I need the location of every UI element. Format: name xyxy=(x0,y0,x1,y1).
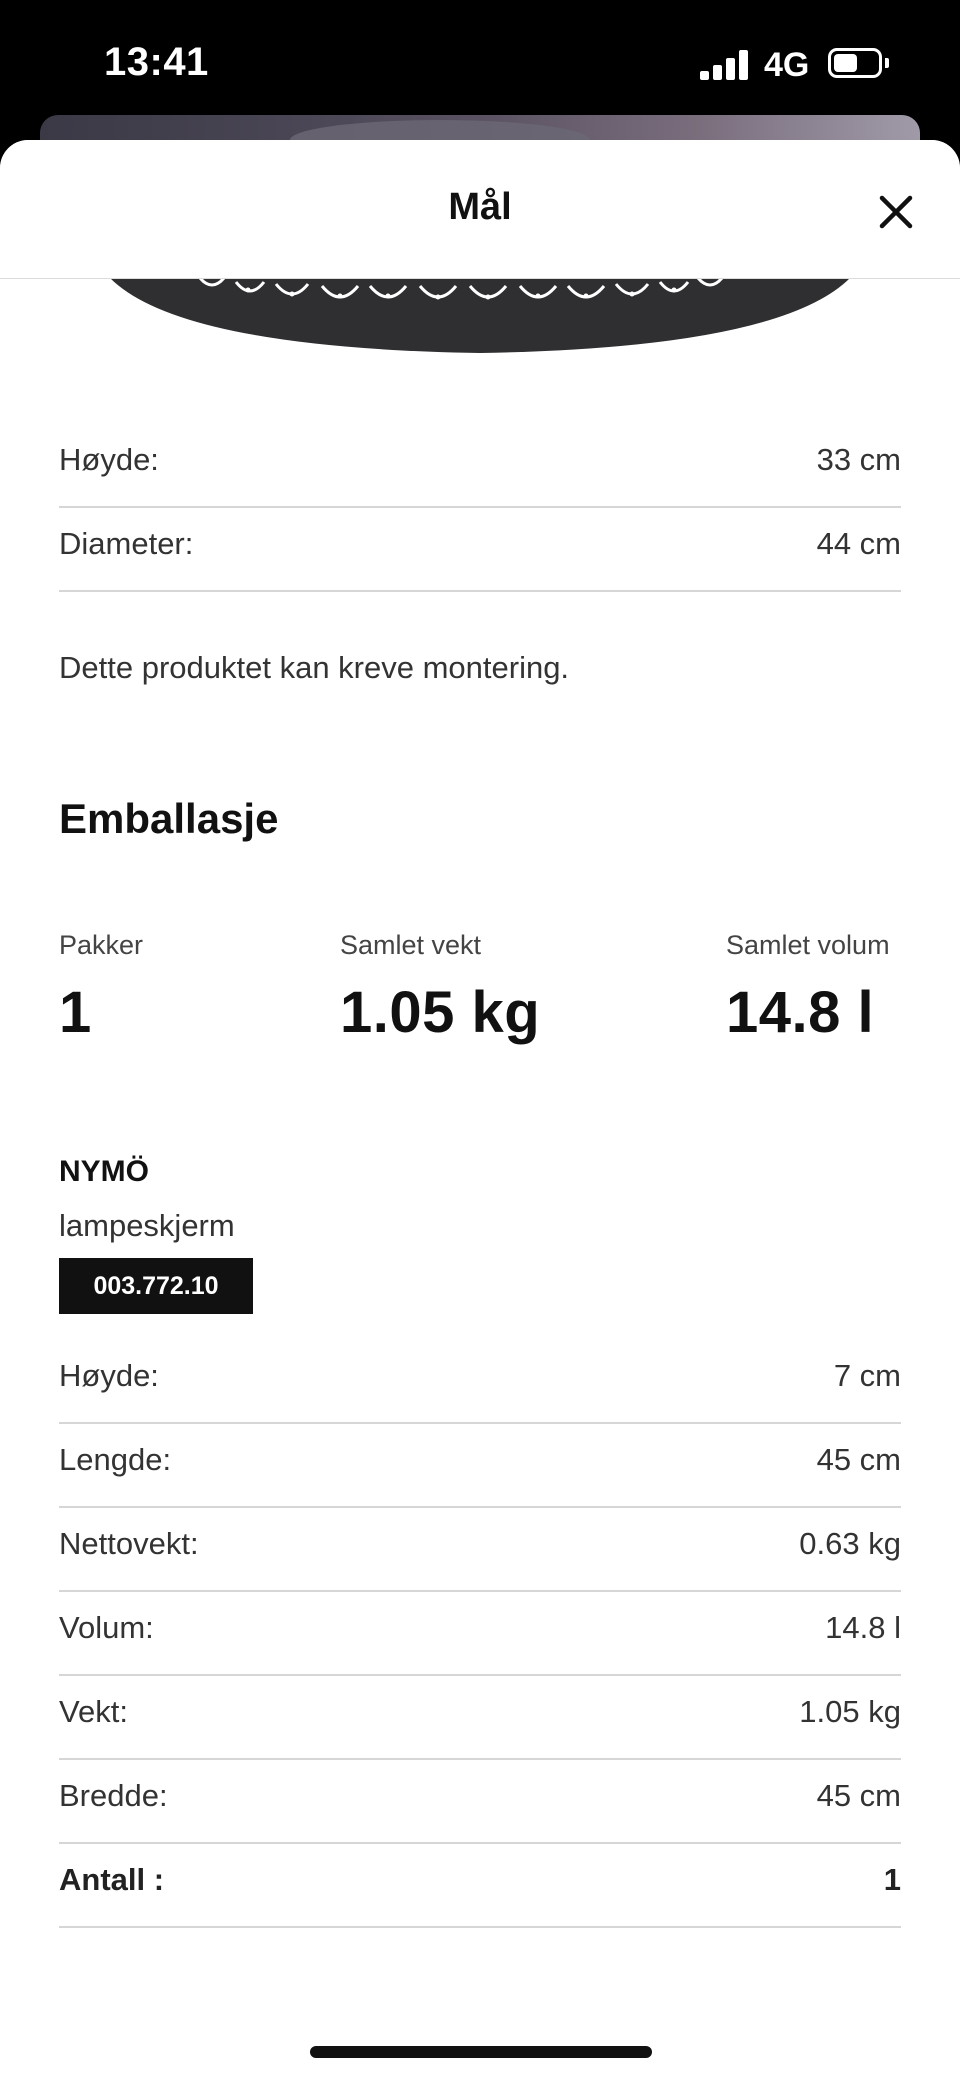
stat-packages: Pakker 1 xyxy=(59,930,143,1046)
detail-row-width: Bredde: 45 cm xyxy=(59,1758,901,1844)
sheet-header: Mål xyxy=(0,140,960,279)
stat-label: Samlet volum xyxy=(726,930,890,960)
row-value: 45 cm xyxy=(816,1778,901,1813)
assembly-note: Dette produktet kan kreve montering. xyxy=(59,650,570,685)
row-label: Nettovekt: xyxy=(59,1526,199,1561)
close-icon xyxy=(879,195,913,229)
stat-label: Samlet vekt xyxy=(340,930,482,960)
detail-row-weight: Vekt: 1.05 kg xyxy=(59,1674,901,1760)
dimensions-sheet: Mål Høyde: 33 cm Diameter: 44 cm Dette p… xyxy=(0,140,960,2078)
stat-label: Pakker xyxy=(59,930,144,960)
battery-icon xyxy=(828,48,889,78)
detail-row-net-weight: Nettovekt: 0.63 kg xyxy=(59,1506,901,1592)
row-label: Diameter: xyxy=(59,526,194,561)
row-label: Vekt: xyxy=(59,1694,128,1729)
row-value: 14.8 l xyxy=(825,1610,901,1645)
status-time: 13:41 xyxy=(104,40,209,84)
stat-value: 1 xyxy=(59,980,92,1045)
row-value: 45 cm xyxy=(816,1442,901,1477)
dimension-row-height: Høyde: 33 cm xyxy=(59,422,901,508)
dimension-row-diameter: Diameter: 44 cm xyxy=(59,506,901,592)
stat-value: 1.05 kg xyxy=(340,980,541,1045)
product-type: lampeskjerm xyxy=(59,1208,235,1243)
row-value: 1 xyxy=(883,1862,901,1897)
stat-value: 14.8 l xyxy=(726,980,875,1045)
row-label: Høyde: xyxy=(59,442,159,477)
row-value: 33 cm xyxy=(816,442,901,477)
product-name: NYMÖ xyxy=(59,1155,149,1188)
signal-icon xyxy=(700,50,748,80)
product-image xyxy=(0,278,960,358)
network-type: 4G xyxy=(764,46,810,84)
row-label: Volum: xyxy=(59,1610,154,1645)
row-value: 0.63 kg xyxy=(799,1526,901,1561)
packaging-title: Emballasje xyxy=(59,795,279,842)
detail-row-quantity: Antall : 1 xyxy=(59,1842,901,1928)
stat-total-weight: Samlet vekt 1.05 kg xyxy=(340,930,540,1046)
home-indicator[interactable] xyxy=(310,2046,652,2058)
row-value: 44 cm xyxy=(816,526,901,561)
stat-total-volume: Samlet volum 14.8 l xyxy=(726,930,890,1046)
sheet-title: Mål xyxy=(448,186,512,228)
row-label: Bredde: xyxy=(59,1778,168,1813)
detail-row-length: Lengde: 45 cm xyxy=(59,1422,901,1508)
close-button[interactable] xyxy=(872,188,920,236)
detail-row-height: Høyde: 7 cm xyxy=(59,1338,901,1424)
row-label: Høyde: xyxy=(59,1358,159,1393)
row-value: 1.05 kg xyxy=(799,1694,901,1729)
row-value: 7 cm xyxy=(833,1358,901,1393)
row-label: Lengde: xyxy=(59,1442,172,1477)
row-label: Antall : xyxy=(59,1862,165,1897)
article-number-badge: 003.772.10 xyxy=(59,1258,253,1314)
detail-row-volume: Volum: 14.8 l xyxy=(59,1590,901,1676)
